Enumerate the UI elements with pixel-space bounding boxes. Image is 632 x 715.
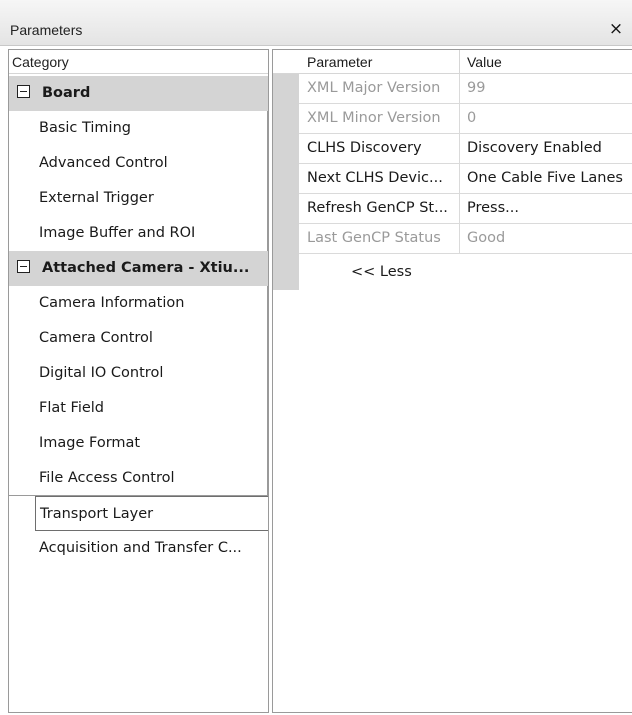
- parameter-name: Refresh GenCP St...: [307, 200, 448, 216]
- value-column-header[interactable]: Value: [459, 50, 502, 74]
- parameter-value[interactable]: Discovery Enabled: [459, 134, 602, 164]
- title-bar: Parameters ×: [0, 0, 632, 46]
- parameter-column-header[interactable]: Parameter: [307, 50, 372, 74]
- parameter-value[interactable]: Press...: [459, 194, 519, 224]
- collapse-icon[interactable]: [17, 260, 30, 273]
- category-group-attached-camera[interactable]: Attached Camera - Xtiu...: [9, 251, 268, 286]
- category-pane: Category Board Basic Timing Advanced Con…: [8, 49, 269, 713]
- category-item-image-format[interactable]: Image Format: [9, 426, 268, 461]
- parameter-name: Last GenCP Status: [307, 230, 441, 246]
- category-item-digital-io-control[interactable]: Digital IO Control: [9, 356, 268, 391]
- grid-row[interactable]: XML Minor Version 0: [299, 104, 632, 134]
- category-item-camera-control[interactable]: Camera Control: [9, 321, 268, 356]
- parameter-name: XML Major Version: [307, 80, 441, 96]
- collapse-icon[interactable]: [17, 85, 30, 98]
- grid-gutter: [273, 74, 299, 290]
- category-item-basic-timing[interactable]: Basic Timing: [9, 111, 268, 146]
- category-item-transport-layer[interactable]: Transport Layer: [35, 496, 268, 531]
- category-item-file-access-control[interactable]: File Access Control: [9, 461, 268, 496]
- close-icon[interactable]: ×: [606, 19, 626, 39]
- parameter-value: 0: [459, 104, 476, 134]
- category-item-camera-information[interactable]: Camera Information: [9, 286, 268, 321]
- category-item-image-buffer-roi[interactable]: Image Buffer and ROI: [9, 216, 268, 251]
- category-list: Board Basic Timing Advanced Control Exte…: [9, 76, 268, 566]
- category-item-acquisition-transfer[interactable]: Acquisition and Transfer C...: [9, 531, 268, 566]
- grid-header: Parameter Value: [273, 50, 632, 74]
- grid-row[interactable]: CLHS Discovery Discovery Enabled: [299, 134, 632, 164]
- category-item-external-trigger[interactable]: External Trigger: [9, 181, 268, 216]
- parameter-name: CLHS Discovery: [307, 140, 422, 156]
- category-item-flat-field[interactable]: Flat Field: [9, 391, 268, 426]
- parameter-value: 99: [459, 74, 485, 104]
- category-item-advanced-control[interactable]: Advanced Control: [9, 146, 268, 181]
- category-label: Attached Camera - Xtiu...: [42, 260, 250, 276]
- parameter-value: Good: [459, 224, 505, 254]
- window-title: Parameters: [10, 22, 83, 38]
- grid-row[interactable]: Next CLHS Devic... One Cable Five Lanes: [299, 164, 632, 194]
- grid-row[interactable]: Refresh GenCP St... Press...: [299, 194, 632, 224]
- parameter-name: Next CLHS Devic...: [307, 170, 443, 186]
- category-header: Category: [9, 50, 268, 74]
- category-group-board[interactable]: Board: [9, 76, 268, 111]
- parameter-name: XML Minor Version: [307, 110, 441, 126]
- parameter-rows: XML Major Version 99 XML Minor Version 0…: [299, 74, 632, 254]
- grid-row[interactable]: Last GenCP Status Good: [299, 224, 632, 254]
- category-label: Board: [42, 85, 91, 101]
- less-button[interactable]: << Less: [351, 264, 412, 280]
- parameter-grid: Parameter Value XML Major Version 99 XML…: [272, 49, 632, 713]
- grid-row[interactable]: XML Major Version 99: [299, 74, 632, 104]
- parameter-value[interactable]: One Cable Five Lanes: [459, 164, 623, 194]
